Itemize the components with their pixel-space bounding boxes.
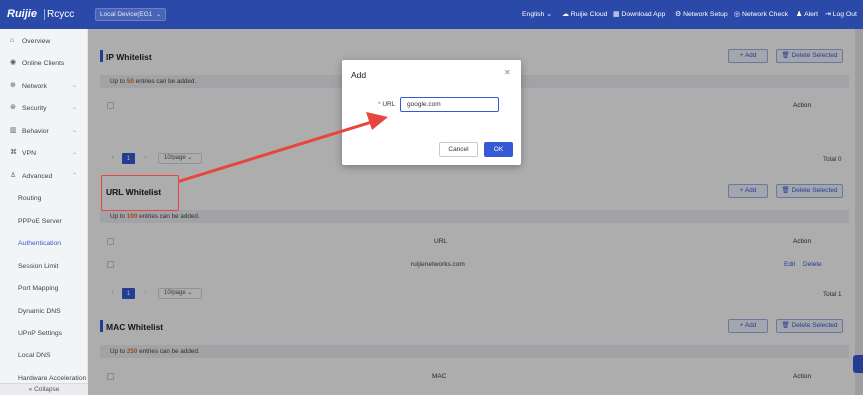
sidebar-subitem-authentication[interactable]: Authentication <box>0 237 88 251</box>
vpn-icon: ⌘ <box>10 149 17 156</box>
sidebar-item-online-clients[interactable]: ◉ Online Clients <box>0 57 88 71</box>
close-icon[interactable]: ✕ <box>504 68 511 77</box>
sidebar-item-label: Security <box>22 105 47 112</box>
nav-download-app[interactable]: ▦ Download App <box>613 10 665 18</box>
sidebar-subitem-session-limit[interactable]: Session Limit <box>0 260 88 274</box>
alert-icon: ♟ <box>796 11 803 18</box>
chevron-down-icon: ⌄ <box>155 12 161 18</box>
sidebar-item-network[interactable]: ⊕ Network ⌄ <box>0 80 88 94</box>
sidebar-subitem-label: PPPoE Server <box>18 218 62 225</box>
url-field-label: * URL <box>378 101 395 108</box>
chevron-down-icon: ⌄ <box>72 83 78 89</box>
brand-logo: Ruijie <box>7 8 37 20</box>
sidebar-subitem-label: UPnP Settings <box>18 330 63 337</box>
nav-ruijie-cloud[interactable]: ☁ Ruijie Cloud <box>562 10 607 18</box>
sidebar-subitem-label: Hardware Acceleration <box>18 375 87 382</box>
sidebar-item-label: Overview <box>22 38 51 45</box>
sidebar-subitem-dynamic-dns[interactable]: Dynamic DNS <box>0 305 88 319</box>
cancel-button[interactable]: Cancel <box>439 142 478 157</box>
top-bar: Ruijie Rcycc Local Device(EG1 ⌄ English … <box>0 0 863 29</box>
collapse-button[interactable]: « Collapse <box>0 383 88 395</box>
sidebar-subitem-upnp-settings[interactable]: UPnP Settings <box>0 327 88 341</box>
nav-label: Download App <box>621 11 666 18</box>
chevron-up-icon: ⌃ <box>72 173 78 179</box>
sidebar-subitem-routing[interactable]: Routing <box>0 192 88 206</box>
url-input[interactable]: google.com <box>400 97 499 112</box>
sidebar-subitem-pppoe-server[interactable]: PPPoE Server <box>0 215 88 229</box>
url-input-value: google.com <box>407 101 441 108</box>
sidebar-item-label: Online Clients <box>22 60 65 67</box>
nav-label: Log Out <box>832 11 857 18</box>
collapse-label: Collapse <box>34 386 60 393</box>
sidebar-item-label: VPN <box>22 150 36 157</box>
nav-network-setup[interactable]: ⚙ Network Setup <box>675 10 728 18</box>
sidebar-subitem-label: Local DNS <box>18 352 51 359</box>
dialog-title: Add <box>351 70 367 80</box>
overview-icon: ⌂ <box>10 37 15 44</box>
brand-separator <box>44 9 45 20</box>
required-marker: * <box>378 101 381 108</box>
nav-label: Network Check <box>741 11 789 18</box>
language-label: English <box>522 11 545 18</box>
device-selector-label: Local Device(EG1 <box>100 11 153 18</box>
sidebar-item-vpn[interactable]: ⌘ VPN ⌄ <box>0 147 88 161</box>
ok-button[interactable]: OK <box>484 142 513 157</box>
nav-label: Alert <box>804 11 819 18</box>
sidebar-item-behavior[interactable]: ▥ Behavior ⌄ <box>0 125 88 139</box>
sidebar-subitem-label: Port Mapping <box>18 285 59 292</box>
add-url-dialog: Add ✕ * URL google.com Cancel OK <box>342 60 521 165</box>
download-icon: ▦ <box>613 11 620 18</box>
sidebar-item-advanced[interactable]: ♙ Advanced ⌃ <box>0 170 88 184</box>
security-icon: ⊛ <box>10 104 16 111</box>
sidebar-subitem-label: Session Limit <box>18 263 59 270</box>
nav-label: Network Setup <box>683 11 728 18</box>
url-whitelist-title-highlighted: URL Whitelist <box>106 187 162 197</box>
sidebar-subitem-local-dns[interactable]: Local DNS <box>0 349 88 363</box>
nav-logout[interactable]: ⇥ Log Out <box>825 10 857 18</box>
sidebar-subitem-label: Routing <box>18 195 42 202</box>
sidebar-item-label: Network <box>22 83 47 90</box>
sidebar-item-label: Advanced <box>22 173 53 180</box>
sidebar-item-overview[interactable]: ⌂ Overview <box>0 35 88 49</box>
network-check-icon: ◎ <box>734 11 740 18</box>
nav-label: Ruijie Cloud <box>570 11 608 18</box>
clients-icon: ◉ <box>10 59 17 66</box>
advanced-icon: ♙ <box>10 172 17 179</box>
sidebar-item-label: Behavior <box>22 128 49 135</box>
behavior-icon: ▥ <box>10 127 17 134</box>
cloud-icon: ☁ <box>562 11 569 18</box>
device-selector[interactable]: Local Device(EG1 ⌄ <box>95 8 166 21</box>
nav-alert[interactable]: ♟ Alert <box>796 10 818 18</box>
chevron-down-icon: ⌄ <box>72 128 78 134</box>
sidebar-item-security[interactable]: ⊛ Security ⌄ <box>0 102 88 116</box>
nav-network-check[interactable]: ◎ Network Check <box>734 10 788 18</box>
sidebar-subitem-label: Authentication <box>18 240 62 247</box>
chevron-down-icon: ⌄ <box>546 11 552 18</box>
logout-icon: ⇥ <box>825 11 831 18</box>
network-icon: ⊕ <box>10 82 16 89</box>
network-setup-icon: ⚙ <box>675 11 682 18</box>
language-selector[interactable]: English ⌄ <box>522 10 552 18</box>
brand-logo-secondary: Rcycc <box>47 9 75 20</box>
sidebar-subitem-port-mapping[interactable]: Port Mapping <box>0 282 88 296</box>
chevron-down-icon: ⌄ <box>72 150 78 156</box>
chevron-down-icon: ⌄ <box>72 105 78 111</box>
url-label-text: URL <box>382 101 396 108</box>
sidebar-subitem-label: Dynamic DNS <box>18 308 61 315</box>
